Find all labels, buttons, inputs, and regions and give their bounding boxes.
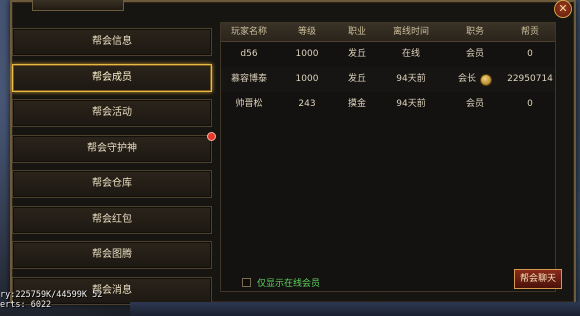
player-position-cell: 会长: [445, 67, 505, 92]
player-contribution: 0: [527, 49, 533, 59]
member-list: 玩家名称 等级 职业 离线时间 职务 帮贡 d56 1000 发丘 在线 会员 …: [220, 22, 556, 292]
sidebar-item-guild-guardian[interactable]: 帮会守护神: [12, 131, 216, 163]
header-profession[interactable]: 职业: [337, 23, 377, 41]
header-level[interactable]: 等级: [277, 23, 337, 41]
window-title: [32, 0, 124, 11]
player-level: 243: [298, 99, 316, 109]
table-row[interactable]: 慕容博泰 1000 发丘 94天前 会长 22950714: [221, 67, 555, 92]
player-name: 慕容博泰: [230, 74, 267, 84]
table-row[interactable]: 帅晋松 243 摸金 94天前 会员 0: [221, 92, 555, 117]
online-only-label: 仅显示在线会员: [257, 279, 321, 289]
player-profession: 摸金: [347, 99, 366, 109]
sidebar-item-label: 帮会图腾: [92, 249, 132, 260]
leader-medal-icon: [480, 73, 492, 86]
player-profession: 发丘: [347, 74, 366, 84]
player-contribution: 22950714: [507, 74, 553, 84]
player-name: 帅晋松: [235, 99, 263, 109]
table-row[interactable]: d56 1000 发丘 在线 会员 0: [221, 42, 555, 67]
debug-line: erts: 6022: [0, 300, 52, 310]
guild-chat-button[interactable]: 帮会聊天: [514, 269, 562, 289]
player-profession: 发丘: [347, 49, 366, 59]
sidebar-item-guild-warehouse[interactable]: 帮会仓库: [12, 170, 212, 198]
player-position: 会员: [465, 49, 484, 59]
sidebar-item-guild-info[interactable]: 帮会信息: [12, 28, 212, 56]
online-only-checkbox[interactable]: [242, 278, 251, 287]
debug-line: ry:225759K/44599K 52: [0, 290, 103, 300]
sidebar-item-label: 帮会守护神: [87, 142, 137, 154]
player-level: 1000: [295, 49, 319, 59]
player-position: 会长: [457, 74, 476, 84]
close-button[interactable]: ✕: [554, 0, 572, 18]
player-position: 会员: [465, 99, 484, 109]
debug-overlay: ry:225759K/44599K 52 erts: 6022: [0, 290, 130, 310]
header-offline-time[interactable]: 离线时间: [377, 23, 445, 41]
online-only-toggle[interactable]: 仅显示在线会员: [242, 276, 320, 289]
player-offline-time: 94天前: [396, 99, 426, 109]
sidebar-item-label: 帮会成员: [92, 71, 132, 83]
header-player-name[interactable]: 玩家名称: [221, 23, 277, 41]
player-name: d56: [240, 49, 258, 59]
sidebar-item-label: 帮会红包: [92, 213, 132, 225]
sidebar-item-label: 帮会仓库: [92, 178, 132, 189]
player-level: 1000: [295, 74, 319, 84]
sidebar-item-label: 帮会活动: [92, 107, 132, 118]
header-position[interactable]: 职务: [445, 23, 505, 41]
sidebar-item-guild-red-packet[interactable]: 帮会红包: [12, 205, 212, 234]
sidebar-item-guild-activities[interactable]: 帮会活动: [12, 99, 212, 127]
player-offline-time: 在线: [401, 49, 420, 59]
header-contribution[interactable]: 帮贡: [505, 23, 555, 41]
sidebar-item-label: 帮会信息: [92, 36, 132, 47]
player-contribution: 0: [527, 99, 533, 109]
player-offline-time: 94天前: [396, 74, 426, 84]
sidebar-item-guild-members[interactable]: 帮会成员: [12, 63, 212, 92]
notification-dot-icon: [207, 131, 216, 141]
sidebar-item-guild-totem[interactable]: 帮会图腾: [12, 241, 212, 269]
game-bottom-bar: [130, 302, 580, 316]
member-table-header: 玩家名称 等级 职业 离线时间 职务 帮贡: [221, 23, 555, 42]
guild-sidebar: 帮会信息 帮会成员 帮会活动 帮会守护神 帮会仓库 帮会红包 帮会图腾 帮会消息: [12, 28, 216, 312]
